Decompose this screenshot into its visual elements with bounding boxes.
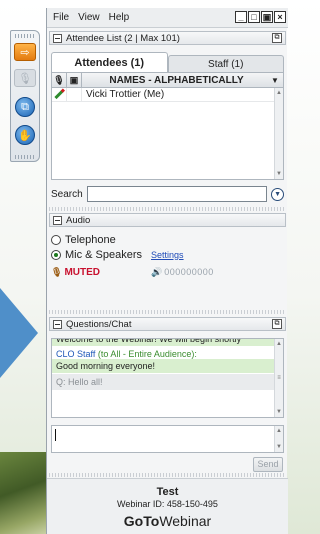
- send-button[interactable]: Send: [253, 457, 283, 472]
- popout-icon[interactable]: ⧉: [272, 33, 282, 43]
- popout-chat-icon[interactable]: ⧉: [272, 319, 282, 329]
- divider[interactable]: [49, 207, 286, 211]
- text-cursor: [55, 429, 56, 441]
- audio-panel: Telephone Mic & Speakers Settings 🎙 MUTE…: [51, 232, 284, 310]
- menu-file[interactable]: File: [53, 12, 69, 23]
- muted-status[interactable]: 🎙 MUTED: [51, 267, 151, 278]
- control-panel: File View Help _ □ ▣ × Attendee List (2 …: [46, 8, 288, 534]
- collapse-audio-icon[interactable]: [53, 215, 62, 225]
- menu-view[interactable]: View: [78, 12, 100, 23]
- audio-status-row: 🎙 MUTED 🔊 000000000: [51, 265, 284, 279]
- telephone-radio[interactable]: [51, 234, 61, 245]
- webinar-footer: Test Webinar ID: 458-150-495 GoToWebinar: [47, 478, 288, 534]
- pending-question: Q: Hello all!: [52, 374, 283, 390]
- muted-label: MUTED: [64, 266, 100, 278]
- questions-chat-header[interactable]: Questions/Chat ⧉: [49, 317, 286, 331]
- menu-bar: File View Help: [53, 12, 129, 23]
- control-dock: ⇨ 🎙 ⧉ ✋: [10, 30, 40, 162]
- webinar-title: Test: [156, 486, 179, 498]
- drawing-pencil-icon: [52, 87, 67, 102]
- attendee-list-title: Attendee List (2 | Max 101): [66, 32, 180, 44]
- sort-dropdown-icon[interactable]: ▼: [271, 76, 283, 85]
- attendee-tabs: Attendees (1) Staff (1): [51, 52, 284, 72]
- telephone-label: Telephone: [65, 233, 116, 246]
- menu-help[interactable]: Help: [109, 12, 130, 23]
- microphone-muted-icon: 🎙: [51, 266, 63, 277]
- search-options-icon[interactable]: ▼: [271, 187, 284, 201]
- show-panel-arrow-button[interactable]: ⇨: [14, 43, 36, 61]
- speaker-icon: 🔊: [151, 266, 163, 277]
- divider[interactable]: [49, 310, 286, 314]
- background-plant-image: [0, 452, 48, 534]
- panel-titlebar: File View Help _ □ ▣ ×: [47, 8, 288, 28]
- attendee-list: Vicki Trottier (Me) ▲ ▼: [51, 87, 284, 180]
- background-arrow: [0, 288, 38, 378]
- attendee-status-cell: [67, 87, 82, 102]
- raise-hand-button[interactable]: ✋: [15, 125, 35, 145]
- chat-input[interactable]: ▲ ▼: [51, 425, 284, 453]
- dock-grip-bottom[interactable]: [15, 155, 35, 159]
- chat-log: Welcome to the Webinar! We will begin sh…: [51, 338, 284, 418]
- webinar-id: Webinar ID: 458-150-495: [117, 499, 218, 509]
- status-column-icon: ▣: [67, 73, 82, 87]
- attendee-name: Vicki Trottier (Me): [86, 89, 165, 100]
- mic-speakers-radio[interactable]: [51, 249, 61, 260]
- search-input[interactable]: [86, 186, 268, 202]
- chat-message: Welcome to the Webinar! We will begin sh…: [52, 339, 283, 346]
- names-sort-label: NAMES - ALPHABETICALLY: [109, 74, 244, 86]
- audio-header[interactable]: Audio: [49, 213, 286, 227]
- maximize-button[interactable]: ▣: [261, 11, 273, 23]
- chat-input-scrollbar[interactable]: ▲ ▼: [274, 426, 283, 452]
- mic-speakers-option[interactable]: Mic & Speakers Settings: [51, 247, 284, 262]
- tab-attendees[interactable]: Attendees (1): [51, 52, 168, 72]
- minimize-button[interactable]: _: [235, 11, 247, 23]
- chat-message-header: CLO Staff (to All - Entire Audience):: [52, 346, 283, 359]
- attendee-scrollbar[interactable]: ▲ ▼: [274, 88, 283, 179]
- message-audience: (to All - Entire Audience):: [97, 349, 197, 359]
- restore-button[interactable]: □: [248, 11, 260, 23]
- audio-settings-link[interactable]: Settings: [151, 250, 184, 260]
- attendee-row[interactable]: Vicki Trottier (Me): [52, 87, 283, 102]
- audio-level-bars: 000000000: [164, 267, 214, 277]
- close-button[interactable]: ×: [274, 11, 286, 23]
- gotowebinar-logo: GoToWebinar: [123, 513, 212, 529]
- dock-grip-top[interactable]: [15, 34, 35, 38]
- microphone-button[interactable]: 🎙: [14, 69, 36, 87]
- chat-scrollbar[interactable]: ▲ ≡ ▼: [274, 339, 283, 417]
- attendee-column-header[interactable]: 🎙 ▣ NAMES - ALPHABETICALLY ▼: [51, 72, 284, 88]
- divider[interactable]: [49, 473, 286, 477]
- attendee-list-header[interactable]: Attendee List (2 | Max 101) ⧉: [49, 31, 286, 45]
- audio-title: Audio: [66, 214, 91, 226]
- attendee-search: Search ▼: [51, 185, 284, 203]
- window-controls: _ □ ▣ ×: [235, 11, 286, 23]
- mic-speakers-label: Mic & Speakers: [65, 248, 143, 261]
- questions-chat-title: Questions/Chat: [66, 318, 132, 330]
- collapse-chat-icon[interactable]: [53, 319, 62, 329]
- search-label: Search: [51, 188, 83, 200]
- collapse-attendee-icon[interactable]: [53, 33, 62, 43]
- telephone-option[interactable]: Telephone: [51, 232, 284, 247]
- message-sender: CLO Staff: [56, 349, 96, 359]
- microphone-column-icon: 🎙: [52, 73, 67, 87]
- chat-message: Good morning everyone!: [52, 359, 283, 373]
- audio-level-meter: 🔊 000000000: [151, 267, 214, 278]
- screen-sharing-button[interactable]: ⧉: [15, 97, 35, 117]
- tab-staff[interactable]: Staff (1): [167, 55, 284, 72]
